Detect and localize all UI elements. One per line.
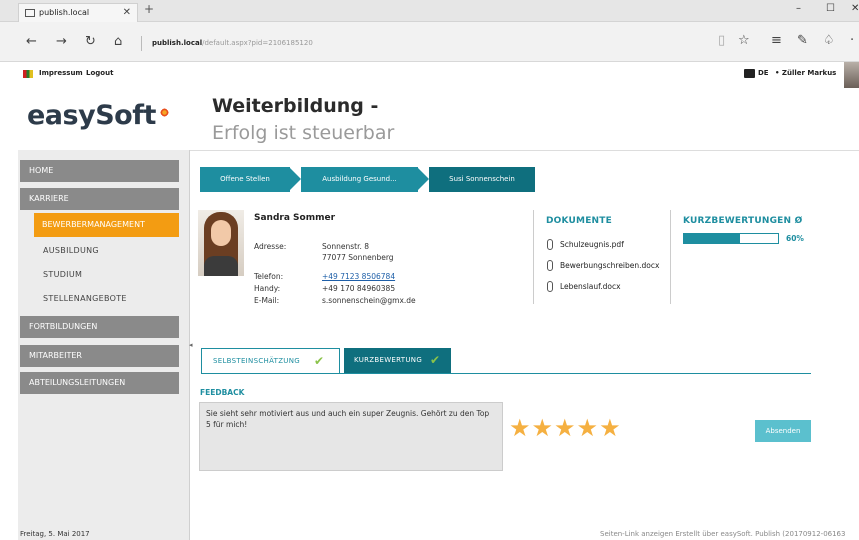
more-icon[interactable]: ·: [850, 34, 854, 47]
close-window-button[interactable]: ✕: [851, 3, 859, 14]
sidebar-item-studium[interactable]: STUDIUM: [43, 270, 82, 279]
email-label: E-Mail:: [254, 296, 280, 305]
address-label: Adresse:: [254, 242, 287, 251]
phone-link[interactable]: +49 7123 8506784: [322, 272, 395, 281]
forward-icon[interactable]: →: [56, 35, 67, 48]
star-rating[interactable]: ★★★★★: [509, 414, 622, 442]
site-topbar: Impressum Logout DE • Züller Markus: [18, 62, 859, 88]
header-divider: [190, 150, 859, 151]
sidebar-item-home[interactable]: HOME: [20, 160, 179, 182]
check-icon: ✔: [314, 354, 325, 368]
sidebar-item-mitarbeiter[interactable]: MITARBEITER: [20, 345, 179, 367]
paperclip-icon: [547, 281, 553, 292]
logo-dot-icon: [160, 108, 169, 117]
minimize-button[interactable]: –: [796, 3, 801, 14]
tab-self-label: SELBSTEINSCHÄTZUNG: [213, 357, 300, 365]
language-label[interactable]: DE: [758, 69, 769, 77]
collapse-sidebar-icon[interactable]: ◂: [189, 341, 193, 349]
home-icon[interactable]: ⌂: [114, 35, 122, 48]
email-value: s.sonnenschein@gmx.de: [322, 296, 416, 305]
sidebar-item-abteilungsleitungen[interactable]: ABTEILUNGSLEITUNGEN: [20, 372, 179, 394]
browser-window: publish.local ✕ + – ☐ ✕ ← → ↻ ⌂ publish.…: [0, 0, 859, 540]
candidate-name: Sandra Sommer: [254, 213, 336, 223]
footer-date: Freitag, 5. Mai 2017: [20, 530, 90, 538]
logo-text: easySoft: [27, 100, 156, 131]
breadcrumb-arrow: [289, 167, 301, 191]
refresh-icon[interactable]: ↻: [85, 35, 96, 48]
rating-percent: 60%: [786, 234, 804, 243]
column-divider: [670, 210, 671, 304]
logout-link[interactable]: Logout: [86, 69, 113, 77]
sidebar-item-bewerbermanagement[interactable]: BEWERBERMANAGEMENT: [34, 213, 179, 237]
url-field[interactable]: publish.local/default.aspx?pid=210618512…: [141, 36, 701, 51]
breadcrumb-item-ausbildung[interactable]: Ausbildung Gesund...: [301, 167, 418, 192]
easysoft-logo[interactable]: easySoft: [27, 100, 169, 131]
reading-view-icon[interactable]: ▯: [718, 34, 725, 47]
breadcrumb-item-current[interactable]: Susi Sonnenschein: [429, 167, 535, 192]
address-line1: Sonnenstr. 8: [322, 242, 370, 251]
feedback-textarea[interactable]: Sie sieht sehr motiviert aus und auch ei…: [199, 402, 503, 471]
page-subtitle: Erfolg ist steuerbar: [212, 122, 395, 144]
sidebar-item-karriere[interactable]: KARRIERE: [20, 188, 179, 210]
document-link[interactable]: Lebenslauf.docx: [547, 281, 621, 292]
mobile-value: +49 170 84960385: [322, 284, 396, 293]
mobile-label: Handy:: [254, 284, 281, 293]
browser-tab[interactable]: publish.local ✕: [18, 3, 138, 22]
share-icon[interactable]: ♤: [823, 34, 835, 47]
tab-kurzbewertung[interactable]: KURZBEWERTUNG ✔: [344, 348, 451, 373]
submit-button[interactable]: Absenden: [755, 420, 811, 442]
maximize-button[interactable]: ☐: [826, 3, 835, 14]
sidebar-item-ausbildung[interactable]: AUSBILDUNG: [43, 246, 99, 255]
tab-underline: [201, 373, 811, 374]
new-tab-button[interactable]: +: [144, 2, 154, 16]
address-bar: ← → ↻ ⌂ publish.local/default.aspx?pid=2…: [0, 22, 859, 62]
feedback-label: FEEDBACK: [200, 388, 245, 397]
paperclip-icon: [547, 239, 553, 250]
web-note-icon[interactable]: ✎: [797, 34, 808, 47]
sidebar-item-stellenangebote[interactable]: STELLENANGEBOTE: [43, 294, 127, 303]
sidebar: HOME KARRIERE BEWERBERMANAGEMENT AUSBILD…: [18, 150, 190, 540]
document-link[interactable]: Schulzeugnis.pdf: [547, 239, 624, 250]
paperclip-icon: [547, 260, 553, 271]
candidate-photo: [198, 210, 244, 276]
user-avatar[interactable]: [844, 62, 859, 88]
breadcrumb-item-offene-stellen[interactable]: Offene Stellen: [200, 167, 290, 192]
rating-progress-fill: [684, 234, 741, 243]
favorite-star-icon[interactable]: ☆: [738, 34, 750, 47]
page-title: Weiterbildung -: [212, 95, 379, 117]
url-path: /default.aspx?pid=2106185120: [202, 39, 313, 47]
rating-title: KURZBEWERTUNGEN Ø: [683, 216, 803, 226]
tab-short-label: KURZBEWERTUNG: [354, 356, 423, 364]
phone-label: Telefon:: [254, 272, 284, 281]
address-line2: 77077 Sonnenberg: [322, 253, 394, 262]
language-flag-icon: [744, 69, 755, 78]
document-link[interactable]: Bewerbungschreiben.docx: [547, 260, 659, 271]
breadcrumb-arrow: [417, 167, 429, 191]
close-tab-icon[interactable]: ✕: [123, 4, 131, 22]
tab-selbsteinschaetzung[interactable]: SELBSTEINSCHÄTZUNG ✔: [201, 348, 340, 373]
back-icon[interactable]: ←: [26, 35, 37, 48]
url-host: publish.local: [152, 39, 203, 47]
tab-bar: publish.local ✕ + – ☐ ✕: [0, 0, 859, 22]
documents-title: DOKUMENTE: [546, 216, 612, 226]
user-name[interactable]: • Züller Markus: [775, 69, 836, 77]
flag-icon: [23, 70, 33, 78]
hub-icon[interactable]: ≡: [771, 34, 782, 47]
impressum-link[interactable]: Impressum: [39, 69, 83, 77]
sidebar-item-fortbildungen[interactable]: FORTBILDUNGEN: [20, 316, 179, 338]
rating-progress-bar: [683, 233, 779, 244]
footer-info[interactable]: Seiten-Link anzeigen Erstellt über easyS…: [600, 530, 845, 538]
column-divider: [533, 210, 534, 304]
check-icon: ✔: [430, 353, 441, 367]
page-icon: [25, 9, 35, 17]
tab-title: publish.local: [39, 8, 90, 17]
